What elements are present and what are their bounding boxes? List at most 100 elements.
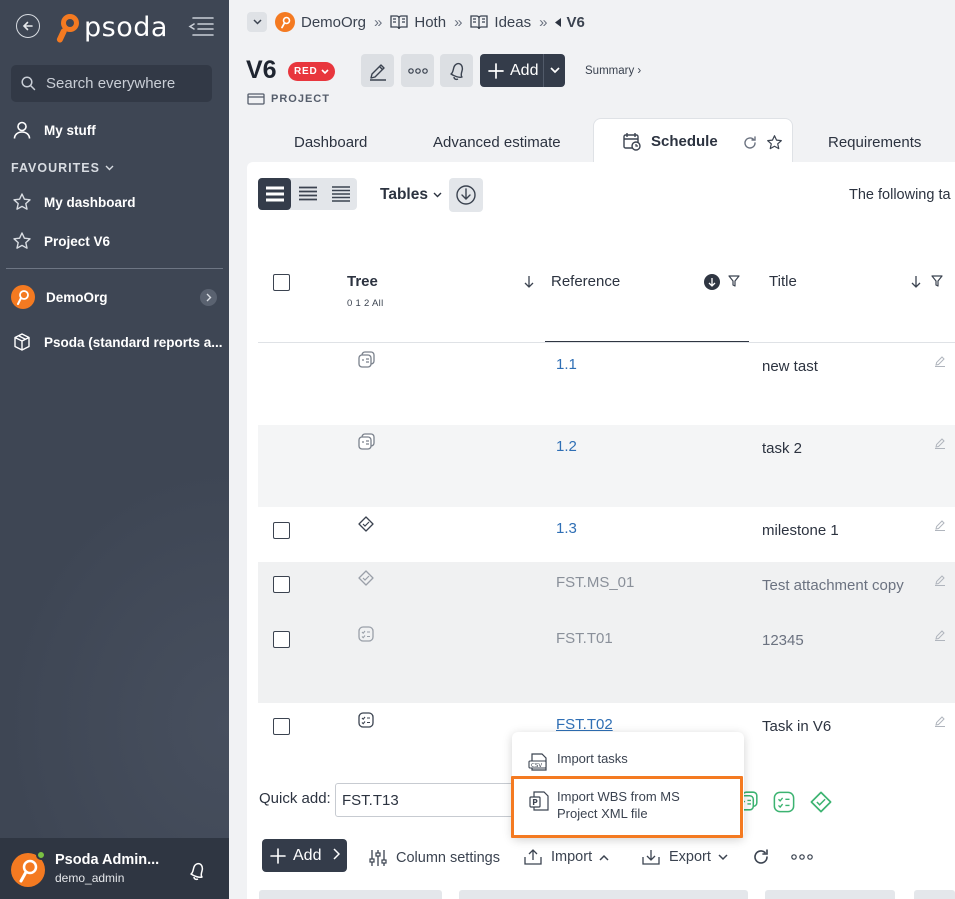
tree-level-selector[interactable]: 0 1 2 All <box>347 298 384 309</box>
view-compact-button[interactable] <box>291 178 324 210</box>
search-input[interactable] <box>46 75 196 92</box>
chevron-down-icon <box>105 165 114 171</box>
back-button[interactable] <box>16 14 40 38</box>
row-title[interactable]: Test attachment copy <box>762 577 904 594</box>
row-checkbox[interactable] <box>273 718 290 735</box>
pencil-icon[interactable] <box>934 629 946 641</box>
row-title[interactable]: task 2 <box>762 440 802 457</box>
import-wbs-label-line1: Import WBS from MS <box>557 789 680 804</box>
add-button-label: Add <box>510 61 539 79</box>
import-label: Import <box>551 849 593 865</box>
tables-dropdown[interactable]: Tables <box>380 186 442 204</box>
table-row[interactable]: 1.3 milestone 1 <box>258 507 955 562</box>
more-dots-icon <box>407 67 428 74</box>
row-reference-link[interactable]: FST.MS_01 <box>556 574 634 591</box>
pencil-icon[interactable] <box>934 437 946 449</box>
favourites-heading[interactable]: FAVOURITES <box>11 161 114 175</box>
expand-org-button[interactable] <box>200 289 217 306</box>
sidebar-item-psoda-library[interactable]: Psoda (standard reports a... <box>11 331 223 353</box>
pencil-icon[interactable] <box>934 519 946 531</box>
summary-link[interactable]: Summary › <box>585 65 641 77</box>
tables-dropdown-label: Tables <box>380 186 428 203</box>
row-reference-link[interactable]: FST.T02 <box>556 716 613 733</box>
psoda-logo[interactable]: psoda <box>56 8 168 46</box>
bottom-add-button[interactable]: Add <box>262 839 347 872</box>
quick-add-milestone-icon[interactable] <box>810 791 832 813</box>
notifications-bell-icon[interactable] <box>186 860 208 887</box>
row-title[interactable]: milestone 1 <box>762 522 839 539</box>
table-row[interactable]: 1.1 new tast <box>258 343 955 425</box>
tab-advanced-estimate[interactable]: Advanced estimate <box>433 134 561 151</box>
footer-placeholder <box>259 890 442 899</box>
filter-icon[interactable] <box>931 275 943 287</box>
import-tasks-item[interactable]: CSV Import tasks <box>528 750 628 772</box>
table-row[interactable]: FST.MS_01 Test attachment copy <box>258 562 955 617</box>
sidebar-item-my-stuff[interactable]: My stuff <box>11 119 96 141</box>
row-reference-link[interactable]: 1.2 <box>556 438 577 455</box>
download-button[interactable] <box>449 178 483 212</box>
summary-task-icon <box>358 433 375 450</box>
chevron-down-icon <box>320 68 329 74</box>
breadcrumb-hoth[interactable]: Hoth <box>390 14 446 31</box>
view-dense-button[interactable] <box>324 178 357 210</box>
row-checkbox[interactable] <box>273 522 290 539</box>
pencil-icon[interactable] <box>934 715 946 727</box>
breadcrumb-demoorg[interactable]: DemoOrg <box>275 12 366 32</box>
column-header-reference[interactable]: Reference <box>551 273 620 290</box>
tab-schedule[interactable]: Schedule <box>593 118 793 164</box>
column-header-title[interactable]: Title <box>769 273 797 290</box>
row-title[interactable]: Task in V6 <box>762 718 831 735</box>
user-profile-bar[interactable]: Psoda Admin... demo_admin <box>0 838 229 899</box>
pencil-icon[interactable] <box>934 574 946 586</box>
table-row[interactable]: FST.T01 12345 <box>258 617 955 703</box>
row-checkbox[interactable] <box>273 631 290 648</box>
notifications-button[interactable] <box>440 54 473 87</box>
quick-add-input[interactable] <box>335 783 515 817</box>
sort-active-icon[interactable] <box>704 274 720 290</box>
star-icon[interactable] <box>766 134 783 151</box>
summary-task-icon <box>358 351 375 368</box>
row-title[interactable]: new tast <box>762 358 818 375</box>
more-options-button[interactable] <box>401 54 434 87</box>
search-box[interactable] <box>11 65 212 102</box>
breadcrumb-ideas[interactable]: Ideas <box>470 14 531 31</box>
sidebar-item-demoorg[interactable]: DemoOrg <box>11 285 108 309</box>
row-title[interactable]: 12345 <box>762 632 804 649</box>
column-header-tree[interactable]: Tree <box>347 273 378 290</box>
upload-icon <box>524 849 542 865</box>
sidebar-item-my-dashboard[interactable]: My dashboard <box>11 191 136 213</box>
import-button[interactable]: Import <box>524 849 609 865</box>
refresh-icon[interactable] <box>742 135 758 151</box>
breadcrumb-dropdown-button[interactable] <box>247 12 267 32</box>
reload-button[interactable] <box>751 847 771 867</box>
more-dots-icon <box>791 854 813 860</box>
tab-requirements[interactable]: Requirements <box>828 134 921 151</box>
filter-icon[interactable] <box>728 275 740 287</box>
collapse-sidebar-button[interactable] <box>186 15 216 37</box>
org-logo-icon <box>11 285 35 309</box>
more-actions-button[interactable] <box>791 854 813 860</box>
row-checkbox[interactable] <box>273 576 290 593</box>
caret-left-icon <box>555 17 562 27</box>
edit-button[interactable] <box>361 54 394 87</box>
status-badge[interactable]: RED <box>288 62 335 81</box>
column-settings-button[interactable]: Column settings <box>369 849 500 867</box>
tab-dashboard[interactable]: Dashboard <box>294 134 367 151</box>
quick-add-task-icon[interactable] <box>773 791 795 813</box>
row-reference-link[interactable]: 1.1 <box>556 356 577 373</box>
sidebar-item-project-v6[interactable]: Project V6 <box>11 230 110 252</box>
user-name[interactable]: Psoda Admin... <box>55 852 159 868</box>
sort-arrow-down-icon[interactable] <box>524 275 534 288</box>
add-dropdown-toggle[interactable] <box>543 54 565 87</box>
breadcrumb-label: DemoOrg <box>301 13 367 31</box>
table-row[interactable]: 1.2 task 2 <box>258 425 955 507</box>
add-button[interactable]: Add <box>480 54 565 87</box>
view-comfortable-button[interactable] <box>258 178 291 210</box>
pencil-icon[interactable] <box>934 355 946 367</box>
export-button[interactable]: Export <box>642 849 728 865</box>
row-reference-link[interactable]: FST.T01 <box>556 630 613 647</box>
select-all-checkbox[interactable] <box>273 274 290 291</box>
sort-arrow-down-icon[interactable] <box>911 275 921 288</box>
import-wbs-item[interactable]: P Import WBS from MS Project XML file <box>528 788 680 822</box>
row-reference-link[interactable]: 1.3 <box>556 520 577 537</box>
